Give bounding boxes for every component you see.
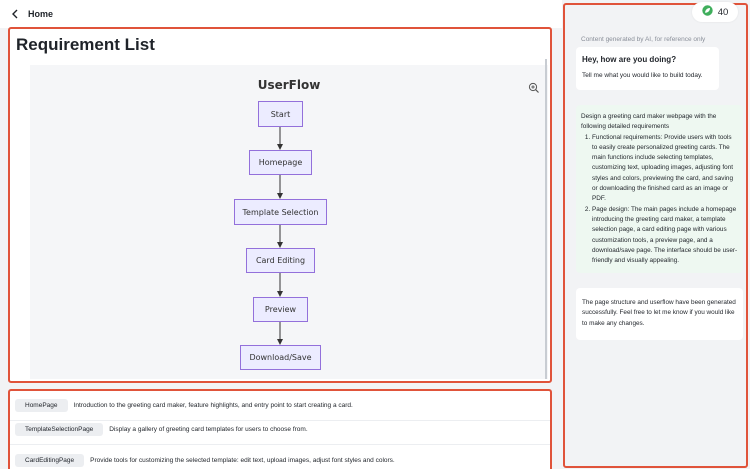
page-name-chip[interactable]: CardEditingPage <box>15 454 85 467</box>
userflow-diagram: UserFlow Start Homepage Template Selecti <box>30 65 548 379</box>
page-name-chip[interactable]: TemplateSelectionPage <box>15 423 104 436</box>
chat-panel: Content generated by AI, for reference o… <box>563 3 748 468</box>
requirement-panel: Requirement List UserFlow Start Homepage… <box>8 27 552 383</box>
page-description: Introduction to the greeting card maker,… <box>73 402 353 409</box>
flow-node-homepage: Homepage <box>249 150 312 175</box>
request-item: Functional requirements: Provide users w… <box>592 133 738 205</box>
credits-badge[interactable]: 40 <box>692 2 738 22</box>
ai-disclaimer: Content generated by AI, for reference o… <box>581 36 706 43</box>
greeting-text: Tell me what you would like to build tod… <box>582 72 703 79</box>
flow-node-preview: Preview <box>253 297 308 322</box>
flow-node-start: Start <box>258 101 303 127</box>
assistant-greeting-message: Hey, how are you doing? Tell me what you… <box>576 47 719 90</box>
user-request-message: Design a greeting card maker webpage wit… <box>576 105 743 273</box>
page-name-chip[interactable]: HomePage <box>15 399 68 412</box>
home-link[interactable]: Home <box>28 9 53 19</box>
scrollbar[interactable] <box>545 59 547 379</box>
page-description: Provide tools for customizing the select… <box>90 457 395 464</box>
request-list: Functional requirements: Provide users w… <box>581 133 738 267</box>
request-intro: Design a greeting card maker webpage wit… <box>581 113 717 131</box>
assistant-reply-message: The page structure and userflow have bee… <box>576 288 743 340</box>
chevron-left-icon[interactable] <box>8 7 22 21</box>
flow-node-template-selection: Template Selection <box>234 199 327 225</box>
greeting-heading: Hey, how are you doing? <box>582 55 677 64</box>
flow-node-download-save: Download/Save <box>240 345 321 370</box>
page-row[interactable]: CardEditingPage Provide tools for custom… <box>10 446 550 469</box>
credits-count: 40 <box>717 6 729 18</box>
page-row[interactable]: TemplateSelectionPage Display a gallery … <box>10 415 550 445</box>
page-description: Display a gallery of greeting card templ… <box>109 426 308 433</box>
flow-node-card-editing: Card Editing <box>246 248 315 273</box>
pages-panel: HomePage Introduction to the greeting ca… <box>8 389 552 469</box>
leaf-icon <box>702 3 713 21</box>
top-bar: Home <box>0 0 562 28</box>
request-item: Page design: The main pages include a ho… <box>592 205 738 267</box>
page-title: Requirement List <box>16 35 155 54</box>
